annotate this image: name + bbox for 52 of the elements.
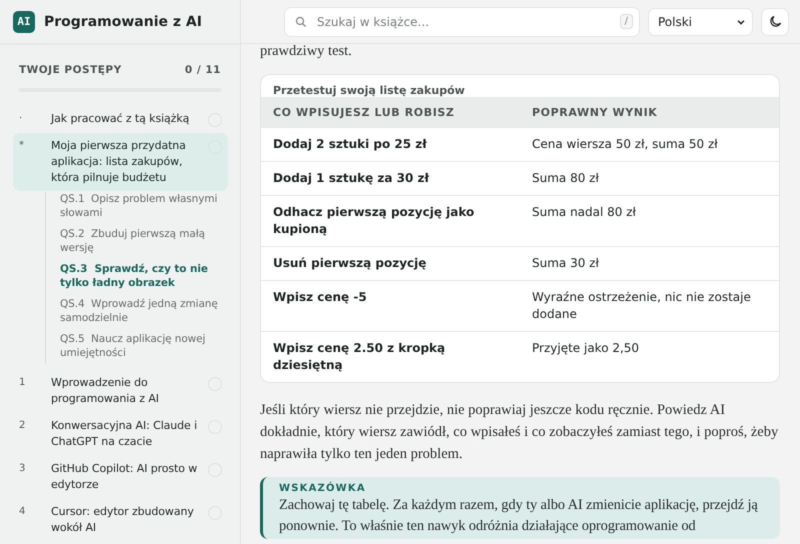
tip-text: Zachowaj tę tabelę. Za każdym razem, gdy ty albo AI zmienicie aplikację, przejdź ją ponownie. To właśnie ten nawyk odróżnia działające oprogramowanie od [279, 496, 759, 536]
chapter-marker: 3 [19, 462, 26, 476]
dark-mode-button[interactable] [761, 8, 789, 36]
progress-label: TWOJE POSTĘPY [19, 64, 122, 76]
table-caption: Przetestuj swoją listę zakupów [272, 83, 466, 97]
chapter-marker: · [19, 112, 24, 126]
chapter-item[interactable]: 2 Konwersacyjna AI: Claude i ChatGPT na czacie [13, 413, 228, 455]
chapter-title: GitHub Copilot: AI prosto w edytorze [51, 461, 198, 493]
moon-icon [768, 14, 782, 29]
chapter-title: Konwersacyjna AI: Claude i ChatGPT na czacie [51, 418, 198, 450]
chapter-title: Jak pracować z tą książką [51, 111, 190, 127]
tip-label: WSKAZÓWKA [279, 483, 367, 494]
chapter-title: Cursor: edytor zbudowany wokół AI [51, 504, 195, 536]
section-link[interactable]: QS.3 Sprawdź, czy to nie tylko ładny obrazek [60, 262, 228, 290]
chapter-title: Wprowadzenie do programowania z AI [51, 375, 160, 407]
chapter-item[interactable]: 1 Wprowadzenie do programowania z AI [13, 370, 228, 412]
chapter-marker: 2 [19, 419, 26, 433]
shortcut-key: / [620, 14, 633, 29]
search-icon [295, 16, 307, 28]
table-cell: Dodaj 1 sztukę za 30 zł [261, 162, 520, 196]
app-logo: AI [13, 10, 35, 32]
chapter-item[interactable]: 3 GitHub Copilot: AI prosto w edytorze [13, 456, 228, 498]
table-cell: Wpisz cenę 2.50 z kropką dziesiętną [261, 332, 520, 382]
table-cell: Wyraźne ostrzeżenie, nic nie zostaje dodane [520, 280, 779, 332]
chapter-item[interactable]: * Moja pierwsza przydatna aplikacja: lista zakupów, która pilnuje budżetu [13, 133, 228, 191]
table-cell: Suma 80 zł [520, 162, 779, 196]
chapter-item[interactable]: · Jak pracować z tą książką [13, 106, 228, 132]
progress-count: 0 / 11 [184, 64, 221, 76]
section-link[interactable]: QS.2 Zbuduj pierwszą małą wersję [60, 227, 228, 255]
chapter-title: Moja pierwsza przydatna aplikacja: lista zakupów, która pilnuje budżetu [51, 138, 187, 186]
table-cell: Suma 30 zł [520, 246, 779, 280]
table-cell: Przyjęte jako 2,50 [520, 332, 779, 382]
table-cell: Cena wiersza 50 zł, suma 50 zł [520, 128, 779, 162]
table-cell: Dodaj 2 sztuki po 25 zł [261, 128, 520, 162]
column-header: POPRAWNY WYNIK [520, 97, 779, 128]
section-link[interactable]: QS.1 Opisz problem własnymi słowami [60, 192, 228, 220]
chapter-marker: 1 [19, 376, 26, 390]
table-cell: Suma nadal 80 zł [520, 196, 779, 246]
section-link[interactable]: QS.4 Wprowadź jedną zmianę samodzielnie [60, 297, 228, 325]
body-text: Jeśli który wiersz nie przejdzie, nie poprawiaj jeszcze kodu ręcznie. Powiedz AI dokładnie, który wiersz zawiódł, co wpisałeś i co zobaczyłeś zamiast tego, i poproś, żeby naprawiła tylko ten jeden problem. [260, 401, 780, 464]
chapter-item[interactable]: 4 Cursor: edytor zbudowany wokół AI [13, 499, 228, 541]
column-header: CO WPISUJESZ LUB ROBISZ [261, 97, 520, 128]
app-title: Programowanie z AI [44, 14, 202, 30]
chapter-marker: 4 [19, 505, 26, 519]
body-text: prawdziwy test. [260, 42, 353, 61]
language-select[interactable]: Polski [648, 8, 753, 36]
section-link[interactable]: QS.5 Naucz aplikację nowej umiejętności [60, 332, 228, 360]
chapter-marker: * [19, 139, 25, 153]
search-input[interactable]: Szukaj w książce... [315, 14, 612, 30]
table-cell: Odhacz pierwszą pozycję jako kupioną [261, 196, 520, 246]
table-cell: Wpisz cenę -5 [261, 280, 520, 332]
table-cell: Usuń pierwszą pozycję [261, 246, 520, 280]
